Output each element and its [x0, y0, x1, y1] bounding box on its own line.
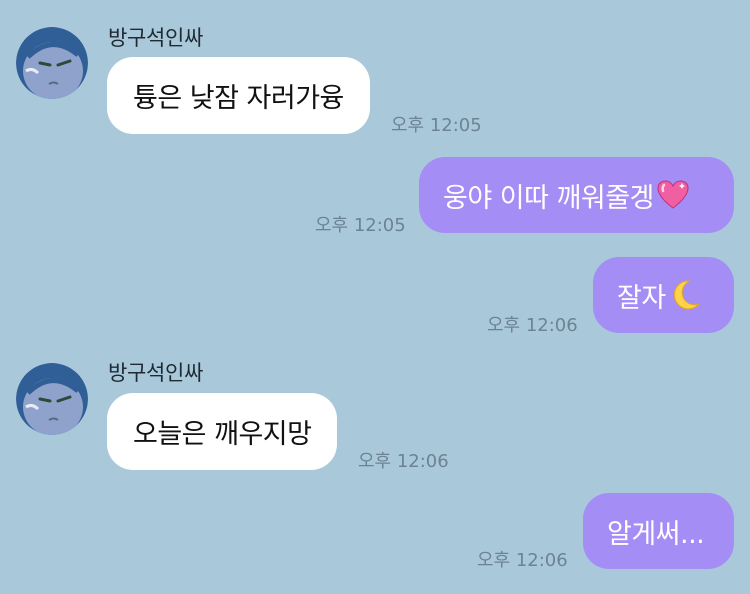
crescent-moon-icon: [668, 278, 702, 312]
sender-avatar[interactable]: [16, 27, 88, 99]
sender-name: 방구석인싸: [108, 26, 204, 50]
message-timestamp: 오후 12:06: [487, 315, 578, 336]
avatar-icon: [16, 363, 88, 435]
message-timestamp: 오후 12:05: [391, 115, 482, 136]
message-bubble-outgoing[interactable]: 웅야 이따 깨워줄겡: [419, 157, 734, 233]
message-text: 잘자: [617, 282, 666, 314]
sender-avatar[interactable]: [16, 363, 88, 435]
message-timestamp: 오후 12:05: [315, 215, 406, 236]
message-text: 튱은 낮잠 자러가융: [133, 83, 344, 114]
sparkling-heart-icon: [656, 179, 690, 211]
avatar-icon: [16, 27, 88, 99]
message-text: 오늘은 깨우지망: [133, 419, 312, 450]
message-timestamp: 오후 12:06: [477, 550, 568, 571]
message-bubble-incoming[interactable]: 튱은 낮잠 자러가융: [107, 57, 370, 134]
message-bubble-outgoing[interactable]: 잘자: [593, 257, 734, 333]
message-bubble-incoming[interactable]: 오늘은 깨우지망: [107, 393, 338, 470]
message-text: 알게써...: [607, 518, 705, 550]
sender-name: 방구석인싸: [108, 361, 204, 385]
message-timestamp: 오후 12:06: [358, 451, 449, 472]
message-bubble-outgoing[interactable]: 알게써...: [583, 493, 734, 569]
message-text: 웅야 이따 깨워줄겡: [443, 182, 654, 214]
